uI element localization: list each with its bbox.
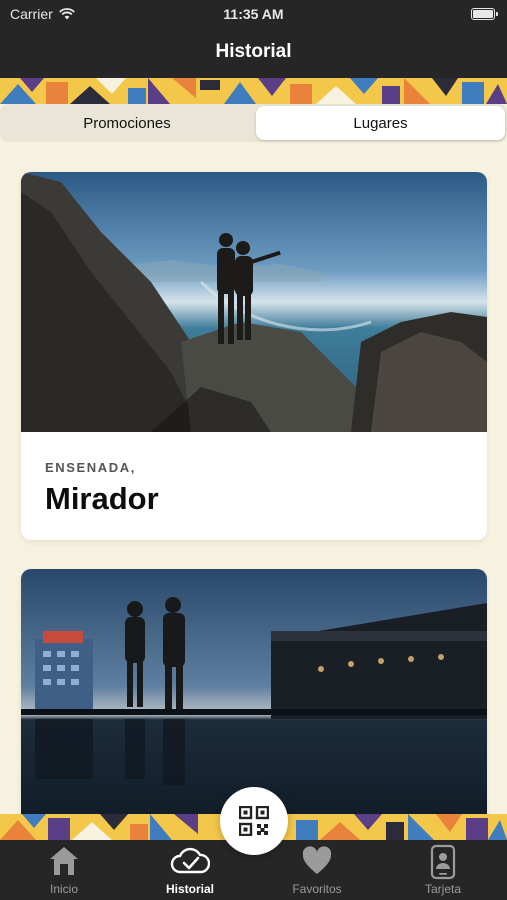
segment-promociones[interactable]: Promociones [2,106,252,140]
heart-icon [302,846,332,874]
couple-on-coastal-cliff-photo [21,172,487,432]
home-icon [50,847,78,875]
segmented-control: Promociones Lugares [0,104,507,142]
couple-on-rooftop-pool-photo [21,569,487,814]
tab-label: Favoritos [292,882,342,896]
tab-label: Historial [165,882,214,896]
nav-bar: Historial [0,30,507,78]
segment-lugares[interactable]: Lugares [256,106,505,140]
battery-icon [471,8,498,20]
place-card[interactable] [21,569,487,814]
status-time: 11:35 AM [223,6,284,22]
place-name: Mirador [45,481,159,516]
phone-card-icon [430,844,456,880]
places-list[interactable]: ENSENADA, Mirador [0,142,507,814]
tab-label: Inicio [49,882,78,896]
cloud-check-icon [170,847,210,874]
page-title: Historial [215,41,292,62]
pattern-graphic [0,78,507,104]
place-location: ENSENADA, [45,460,136,475]
decorative-pattern-top [0,78,507,104]
rooftop-pool-illustration [21,597,487,785]
place-card-info: ENSENADA, Mirador [21,432,487,540]
tab-label: Tarjeta [424,882,462,896]
place-card[interactable]: ENSENADA, Mirador [21,172,487,540]
qr-code-icon [239,806,269,836]
coastal-cliff-illustration [21,172,487,432]
tab-inicio[interactable]: Inicio [1,840,127,900]
tab-tarjeta[interactable]: Tarjeta [380,840,506,900]
status-bar: Carrier 11:35 AM [0,0,507,30]
qr-scan-button[interactable] [220,787,288,855]
